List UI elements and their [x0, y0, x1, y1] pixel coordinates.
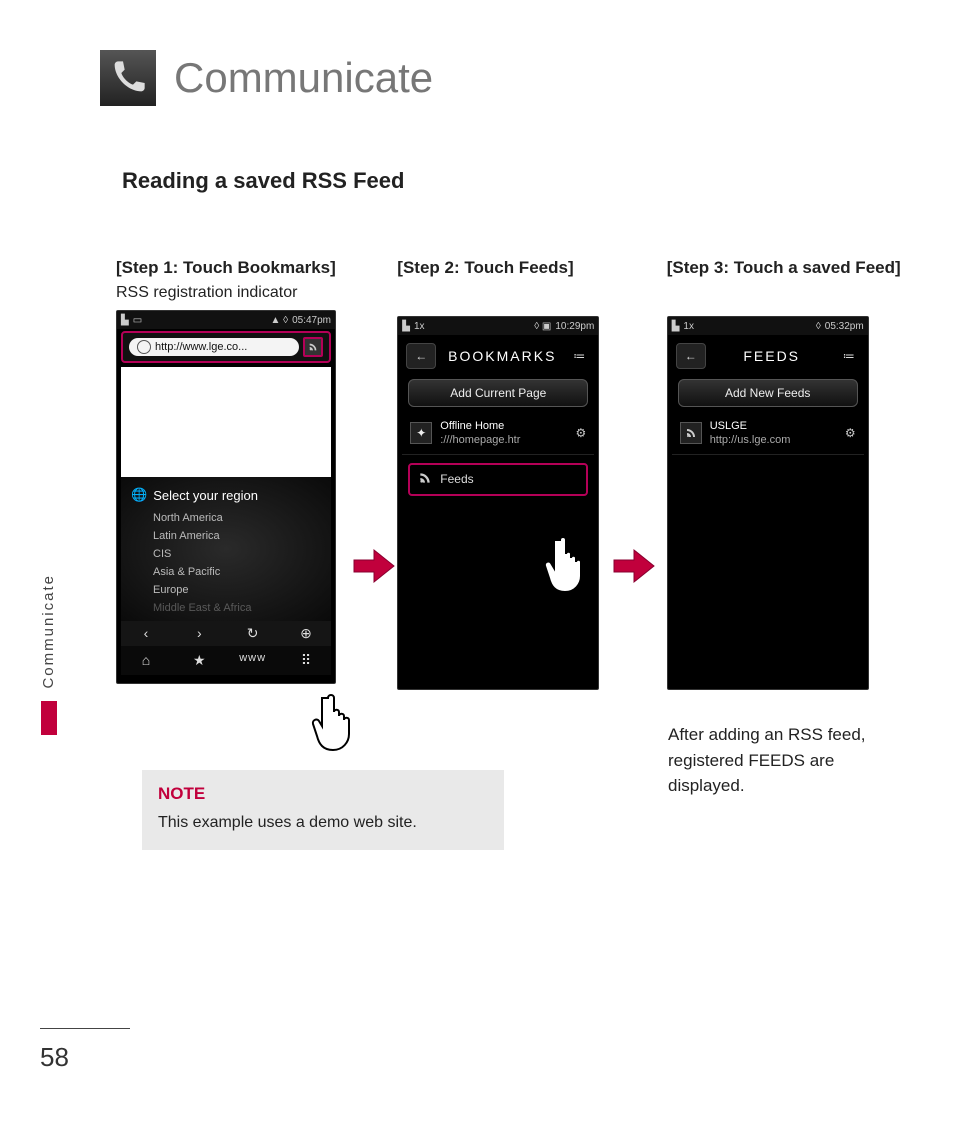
- back-icon[interactable]: ‹: [131, 625, 161, 642]
- status-time-3: 05:32pm: [825, 321, 864, 332]
- step-2-label: [Step 2: Touch Feeds]: [397, 258, 626, 278]
- chapter-title: Communicate: [174, 54, 433, 102]
- list-item[interactable]: Europe: [131, 581, 321, 599]
- back-button[interactable]: ←: [406, 343, 436, 369]
- forward-icon[interactable]: ›: [184, 625, 214, 642]
- region-panel: 🌐Select your region North America Latin …: [121, 477, 331, 621]
- hand-cursor-icon: [308, 688, 368, 758]
- phone-icon: [100, 50, 156, 106]
- footer-rule: [40, 1028, 130, 1029]
- status-time-2: 10:29pm: [555, 321, 594, 332]
- grid-icon[interactable]: ⠿: [291, 652, 321, 669]
- step-1-label: [Step 1: Touch Bookmarks]: [116, 258, 377, 278]
- list-item[interactable]: Asia & Pacific: [131, 563, 321, 581]
- rss-icon: [418, 471, 432, 488]
- globe-icon: 🌐: [131, 487, 147, 503]
- list-item[interactable]: Latin America: [131, 527, 321, 545]
- status-bar-1: ▙▭ ▲ ◊05:47pm: [117, 311, 335, 329]
- side-tab-label: Communicate: [40, 574, 57, 689]
- bookmark-item[interactable]: ✦ Offline Home :///homepage.htr ⚙: [402, 413, 594, 455]
- signal-icon: ▙: [121, 315, 129, 326]
- thumb-icon: ✦: [410, 422, 432, 444]
- menu-icon[interactable]: ≔: [838, 349, 860, 363]
- side-tab-marker: [41, 701, 57, 735]
- note-box: NOTE This example uses a demo web site.: [142, 770, 504, 850]
- side-tab: Communicate: [40, 574, 57, 735]
- list-item[interactable]: North America: [131, 509, 321, 527]
- url-bar[interactable]: http://www.lge.co...: [121, 331, 331, 363]
- page-number: 58: [40, 1042, 69, 1073]
- arrow-icon: [612, 548, 656, 584]
- www-button[interactable]: www: [238, 652, 268, 669]
- feed-item[interactable]: USLGE http://us.lge.com ⚙: [672, 413, 864, 455]
- signal-icon: ▙: [672, 321, 680, 332]
- step-2-column: [Step 2: Touch Feeds] ▙1x ◊ ▣10:29pm ← B…: [397, 258, 626, 690]
- rss-icon[interactable]: [303, 337, 323, 357]
- url-text: http://www.lge.co...: [155, 341, 247, 353]
- browser-nav-row: ‹ › ↻ ⊕: [121, 621, 331, 646]
- step-3-label: [Step 3: Touch a saved Feed]: [667, 258, 926, 278]
- feed-url: http://us.lge.com: [710, 433, 837, 447]
- chapter-header: Communicate: [100, 50, 433, 106]
- step-3-column: [Step 3: Touch a saved Feed] ▙1x ◊05:32p…: [667, 258, 926, 690]
- add-current-page-button[interactable]: Add Current Page: [408, 379, 588, 407]
- back-button[interactable]: ←: [676, 343, 706, 369]
- page-body: [121, 367, 331, 477]
- phone-1-screenshot: ▙▭ ▲ ◊05:47pm http://www.lge.co... 🌐Sele…: [116, 310, 336, 684]
- list-item[interactable]: CIS: [131, 545, 321, 563]
- add-new-feeds-button[interactable]: Add New Feeds: [678, 379, 858, 407]
- signal-icon: ▙: [402, 321, 410, 332]
- step-1-column: [Step 1: Touch Bookmarks] RSS registrati…: [116, 258, 377, 690]
- phone-3-screenshot: ▙1x ◊05:32pm ← FEEDS ≔ Add New Feeds USL…: [667, 316, 869, 690]
- rss-icon: [680, 422, 702, 444]
- bookmark-title: Offline Home: [440, 419, 567, 433]
- gear-icon[interactable]: ⚙: [845, 426, 856, 440]
- arrow-icon: [352, 548, 396, 584]
- reload-icon[interactable]: ↻: [238, 625, 268, 642]
- screen-title: FEEDS: [706, 348, 838, 364]
- home-icon[interactable]: ⌂: [131, 652, 161, 669]
- status-bar-2: ▙1x ◊ ▣10:29pm: [398, 317, 598, 335]
- step-3-caption: After adding an RSS feed, registered FEE…: [668, 722, 888, 799]
- screen-title: BOOKMARKS: [436, 348, 568, 364]
- browser-toolbar: ⌂ ★ www ⠿: [121, 646, 331, 675]
- status-bar-3: ▙1x ◊05:32pm: [668, 317, 868, 335]
- note-label: NOTE: [158, 784, 488, 804]
- feed-title: USLGE: [710, 419, 837, 433]
- phone-2-screenshot: ▙1x ◊ ▣10:29pm ← BOOKMARKS ≔ Add Current…: [397, 316, 599, 690]
- gear-icon[interactable]: ⚙: [576, 426, 587, 440]
- feeds-item[interactable]: Feeds: [408, 463, 588, 496]
- step-1-sub: RSS registration indicator: [116, 284, 377, 302]
- note-text: This example uses a demo web site.: [158, 814, 488, 832]
- zoom-icon[interactable]: ⊕: [291, 625, 321, 642]
- feeds-label: Feeds: [440, 472, 473, 486]
- menu-icon[interactable]: ≔: [568, 349, 590, 363]
- list-item[interactable]: Middle East & Africa: [131, 599, 321, 617]
- bookmark-url: :///homepage.htr: [440, 433, 567, 447]
- section-title: Reading a saved RSS Feed: [122, 168, 404, 194]
- status-time-1: 05:47pm: [292, 315, 331, 326]
- globe-icon: [137, 340, 151, 354]
- bookmark-star-icon[interactable]: ★: [184, 652, 214, 669]
